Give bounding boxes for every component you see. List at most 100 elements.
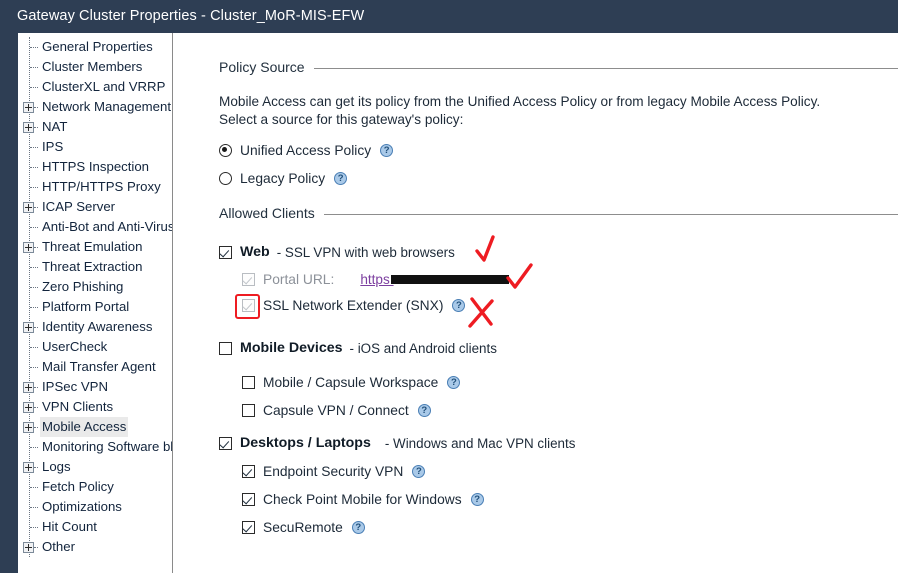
checkbox-mobile-devices[interactable]: Mobile Devices - iOS and Android clients: [219, 338, 497, 358]
sidebar-item-anti-bot-and-anti-virus[interactable]: Anti-Bot and Anti-Virus: [18, 217, 172, 237]
help-icon-mobile-capsule-workspace[interactable]: ?: [447, 375, 461, 389]
checkbox-mobile-capsule-workspace-input[interactable]: [242, 375, 255, 389]
policy-source-group: Policy Source: [219, 59, 898, 77]
title-bar: Gateway Cluster Properties - Cluster_MoR…: [0, 0, 898, 33]
help-icon-endpoint-security-vpn[interactable]: ?: [412, 464, 426, 478]
sidebar-item-hit-count[interactable]: Hit Count: [18, 517, 172, 537]
navigation-tree-panel[interactable]: General Properties Cluster Members Cluster…: [18, 33, 173, 573]
sidebar-item-monitoring-software-blade[interactable]: Monitoring Software blade: [18, 437, 172, 457]
expand-icon[interactable]: [23, 242, 34, 253]
sidebar-item-label: VPN Clients: [42, 399, 114, 414]
help-icon-capsule-vpn-connect[interactable]: ?: [417, 403, 431, 417]
tree-connector-line: [30, 187, 38, 188]
radio-legacy-policy[interactable]: Legacy Policy ?: [219, 168, 348, 188]
portal-url-link[interactable]: https:: [360, 272, 510, 287]
sidebar-item-label: ClusterXL and VRRP: [42, 79, 166, 94]
checkbox-capsule-vpn-connect[interactable]: Capsule VPN / Connect ?: [242, 400, 431, 420]
sidebar-item-general-properties[interactable]: General Properties: [18, 37, 172, 57]
checkbox-capsule-vpn-connect-label: Capsule VPN / Connect: [263, 402, 409, 418]
radio-legacy-policy-input[interactable]: [219, 171, 232, 185]
checkbox-endpoint-security-vpn[interactable]: Endpoint Security VPN ?: [242, 461, 426, 481]
checkbox-mobile-devices-suffix: - iOS and Android clients: [349, 340, 497, 356]
help-icon-unified-access-policy[interactable]: ?: [380, 143, 394, 157]
expand-icon[interactable]: [23, 462, 34, 473]
sidebar-item-http-https-proxy[interactable]: HTTP/HTTPS Proxy: [18, 177, 172, 197]
checkbox-check-point-mobile-windows-input[interactable]: [242, 492, 255, 506]
tree-connector-line: [34, 107, 38, 108]
sidebar-item-mobile-access[interactable]: Mobile Access: [18, 417, 172, 437]
expand-icon[interactable]: [23, 122, 34, 133]
help-icon-glyph: ?: [474, 493, 481, 505]
tree-connector-line: [30, 507, 38, 508]
expand-icon[interactable]: [23, 422, 34, 433]
sidebar-item-fetch-policy[interactable]: Fetch Policy: [18, 477, 172, 497]
sidebar-item-usercheck[interactable]: UserCheck: [18, 337, 172, 357]
sidebar-item-cluster-members[interactable]: Cluster Members: [18, 57, 172, 77]
checkbox-desktops-laptops[interactable]: Desktops / Laptops - Windows and Mac VPN…: [219, 433, 575, 453]
tree-connector-line: [34, 547, 38, 548]
checkbox-ssl-network-extender[interactable]: SSL Network Extender (SNX) ?: [242, 295, 466, 315]
sidebar-item-https-inspection[interactable]: HTTPS Inspection: [18, 157, 172, 177]
help-icon-glyph: ?: [415, 465, 422, 477]
expand-icon[interactable]: [23, 402, 34, 413]
sidebar-item-other[interactable]: Other: [18, 537, 172, 557]
tree-connector-line: [30, 87, 38, 88]
expand-icon[interactable]: [23, 102, 34, 113]
expand-icon[interactable]: [23, 202, 34, 213]
sidebar-item-platform-portal[interactable]: Platform Portal: [18, 297, 172, 317]
sidebar-item-label: IPS: [42, 139, 64, 154]
checkbox-desktops-laptops-input[interactable]: [219, 436, 232, 450]
sidebar-item-network-management[interactable]: Network Management: [18, 97, 172, 117]
sidebar-item-vpn-clients[interactable]: VPN Clients: [18, 397, 172, 417]
help-icon-ssl-network-extender[interactable]: ?: [452, 298, 466, 312]
radio-legacy-policy-label: Legacy Policy: [240, 170, 326, 186]
help-icon-securemote[interactable]: ?: [351, 520, 365, 534]
radio-unified-access-policy-input[interactable]: [219, 143, 232, 157]
checkbox-web[interactable]: Web - SSL VPN with web browsers: [219, 242, 455, 262]
checkbox-securemote[interactable]: SecuRemote ?: [242, 517, 365, 537]
sidebar-item-nat[interactable]: NAT: [18, 117, 172, 137]
window-left-border: [0, 33, 18, 573]
help-icon-glyph: ?: [456, 299, 462, 311]
tree-connector-line: [30, 147, 38, 148]
tree-connector-line: [30, 527, 38, 528]
tree-connector-line: [30, 367, 38, 368]
sidebar-item-zero-phishing[interactable]: Zero Phishing: [18, 277, 172, 297]
sidebar-item-threat-extraction[interactable]: Threat Extraction: [18, 257, 172, 277]
portal-url-label: Portal URL:: [263, 271, 335, 287]
sidebar-item-label: Zero Phishing: [42, 279, 124, 294]
checkbox-mobile-devices-label: Mobile Devices: [240, 340, 343, 356]
checkbox-mobile-capsule-workspace-label: Mobile / Capsule Workspace: [263, 374, 439, 390]
sidebar-item-logs[interactable]: Logs: [18, 457, 172, 477]
tree-connector-line: [30, 287, 38, 288]
checkbox-mobile-capsule-workspace[interactable]: Mobile / Capsule Workspace ?: [242, 372, 461, 392]
sidebar-item-mail-transfer-agent[interactable]: Mail Transfer Agent: [18, 357, 172, 377]
sidebar-item-label: Network Management: [42, 99, 172, 114]
sidebar-item-label: Threat Extraction: [42, 259, 143, 274]
help-icon-legacy-policy[interactable]: ?: [334, 171, 348, 185]
sidebar-item-threat-emulation[interactable]: Threat Emulation: [18, 237, 172, 257]
gateway-cluster-properties-window: Gateway Cluster Properties - Cluster_MoR…: [0, 0, 898, 573]
sidebar-item-icap-server[interactable]: ICAP Server: [18, 197, 172, 217]
checkbox-web-input[interactable]: [219, 245, 232, 259]
help-icon-glyph: ?: [337, 172, 344, 184]
expand-icon[interactable]: [23, 322, 34, 333]
policy-source-description-line1: Mobile Access can get its policy from th…: [219, 94, 821, 109]
help-icon-check-point-mobile-windows[interactable]: ?: [470, 492, 484, 506]
sidebar-item-ipsec-vpn[interactable]: IPSec VPN: [18, 377, 172, 397]
tree-connector-line: [34, 207, 38, 208]
checkbox-capsule-vpn-connect-input[interactable]: [242, 403, 255, 417]
radio-unified-access-policy[interactable]: Unified Access Policy ?: [219, 140, 394, 160]
navigation-tree[interactable]: General Properties Cluster Members Cluster…: [18, 37, 172, 557]
expand-icon[interactable]: [23, 382, 34, 393]
checkbox-mobile-devices-input[interactable]: [219, 341, 232, 355]
sidebar-item-ips[interactable]: IPS: [18, 137, 172, 157]
sidebar-item-optimizations[interactable]: Optimizations: [18, 497, 172, 517]
sidebar-item-identity-awareness[interactable]: Identity Awareness: [18, 317, 172, 337]
checkbox-check-point-mobile-windows[interactable]: Check Point Mobile for Windows ?: [242, 489, 484, 509]
sidebar-item-clusterxl-and-vrrp[interactable]: ClusterXL and VRRP: [18, 77, 172, 97]
expand-icon[interactable]: [23, 542, 34, 553]
checkbox-endpoint-security-vpn-input[interactable]: [242, 464, 255, 478]
help-icon-glyph: ?: [450, 376, 457, 388]
checkbox-securemote-input[interactable]: [242, 520, 255, 534]
